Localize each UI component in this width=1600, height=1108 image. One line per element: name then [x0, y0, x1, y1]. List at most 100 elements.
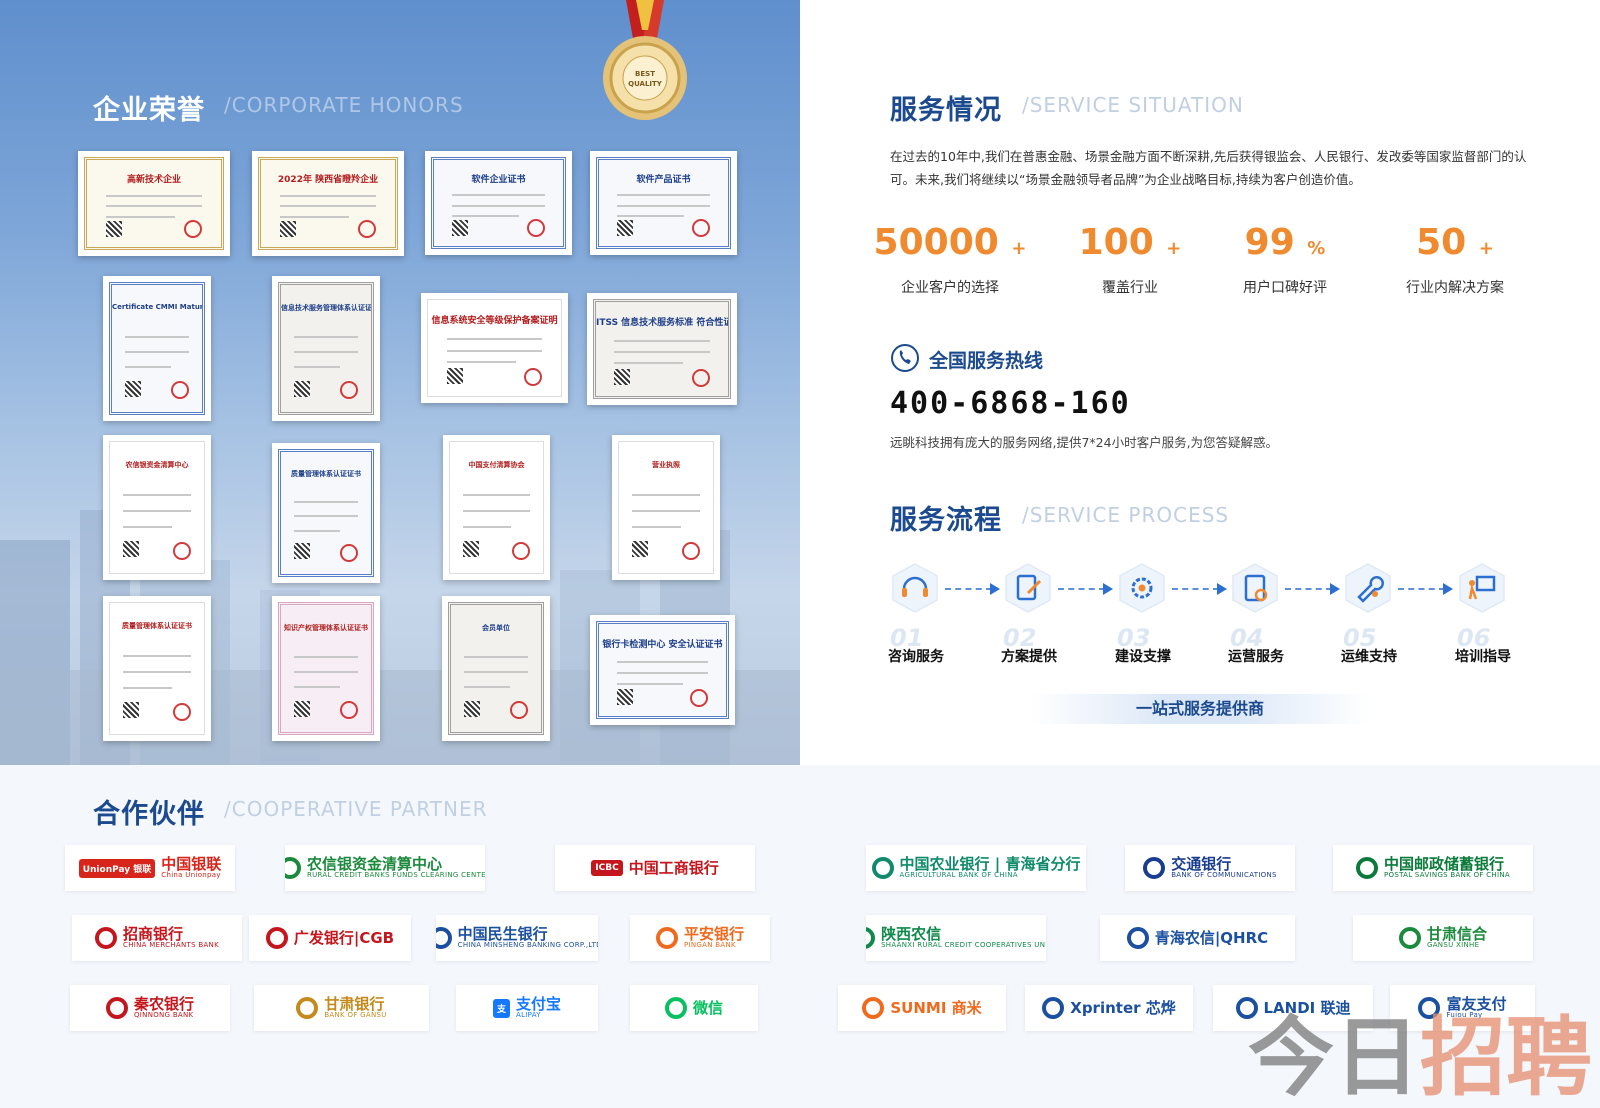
- hotline-number[interactable]: 400-6868-160: [890, 386, 1131, 421]
- partner-name: 中国邮政储蓄银行: [1384, 854, 1505, 873]
- partner-logo-1: UnionPay 银联 中国银联 China Unionpay: [65, 845, 235, 891]
- gear-icon: [1119, 563, 1165, 613]
- partner-emblem-icon: ICBC: [591, 860, 623, 876]
- partner-logo-4: 中国农业银行 | 青海省分行 AGRICULTURAL BANK OF CHINA: [866, 845, 1086, 891]
- certificate-title: 知识产权管理体系认证证书: [284, 623, 368, 632]
- one-stop-banner: 一站式服务提供商: [1030, 694, 1370, 724]
- partner-name: 支付宝: [516, 994, 562, 1013]
- partner-logo-17: 微信: [630, 985, 758, 1031]
- watermark-part-2: 招聘: [1420, 1008, 1592, 1108]
- certificate-6: 信息技术服务管理体系认证证书: [272, 276, 380, 421]
- certificate-8: ITSS 信息技术服务标准 符合性证书: [587, 293, 737, 405]
- partner-emblem-icon: [105, 997, 128, 1019]
- process-arrow-icon: [1398, 583, 1453, 595]
- partner-name: 交通银行: [1171, 854, 1232, 873]
- partner-logo-11: 陕西农信 SHAANXI RURAL CREDIT COOPERATIVES UN…: [866, 915, 1046, 961]
- stamp-seal-icon: [340, 381, 359, 400]
- stamp-seal-icon: [340, 543, 359, 562]
- stat-label: 行业内解决方案: [1406, 280, 1504, 296]
- stat-number: 99: [1244, 222, 1295, 263]
- process-arrow-icon: [1058, 583, 1113, 595]
- partner-name-en: RURAL CREDIT BANKS FUNDS CLEARING CENTER: [306, 871, 485, 880]
- stamp-seal-icon: [171, 381, 190, 400]
- process-arrow-icon: [1172, 583, 1227, 595]
- partner-logo-19: Xprinter 芯烨: [1025, 985, 1193, 1031]
- certificate-3: 软件企业证书: [425, 151, 572, 255]
- partner-name: 甘肃银行: [324, 994, 385, 1013]
- certificate-title: 高新技术企业: [126, 175, 181, 186]
- partner-name-en: SHAANXI RURAL CREDIT COOPERATIVES UNION: [881, 941, 1046, 950]
- certificate-5: Certificate CMMI Maturity Level 3: [103, 276, 211, 421]
- partner-name: 秦农银行: [133, 994, 194, 1013]
- partner-logo-8: 广发银行|CGB: [249, 915, 411, 961]
- headset-icon: [892, 563, 938, 613]
- svg-text:BEST: BEST: [635, 70, 655, 78]
- partner-emblem-icon: [285, 857, 301, 879]
- stamp-seal-icon: [690, 688, 709, 707]
- honors-title: 企业荣誉: [93, 95, 205, 126]
- clipboard-icon: [1232, 563, 1278, 613]
- certificate-title: 软件产品证书: [636, 175, 691, 186]
- step-label: 培训指导: [1455, 649, 1511, 665]
- partner-emblem-icon: [1356, 857, 1379, 879]
- certificate-11: 中国支付清算协会: [443, 435, 550, 580]
- partner-name: SUNMI 商米: [890, 998, 982, 1017]
- partner-emblem-icon: [1126, 927, 1149, 949]
- process-arrow-icon: [945, 583, 1000, 595]
- certificate-10: 质量管理体系认证证书: [272, 443, 380, 583]
- partner-logo-6: 中国邮政储蓄银行 POSTAL SAVINGS BANK OF CHINA: [1333, 845, 1533, 891]
- partner-logo-2: 农信银资金清算中心 RURAL CREDIT BANKS FUNDS CLEARI…: [285, 845, 485, 891]
- step-label: 运维支持: [1341, 649, 1397, 665]
- certificate-title: 质量管理体系认证证书: [291, 470, 361, 479]
- partner-logo-18: SUNMI 商米: [838, 985, 1006, 1031]
- certificate-16: 银行卡检测中心 安全认证证书: [590, 615, 735, 725]
- partner-emblem-icon: [664, 997, 687, 1019]
- qr-code-icon: [279, 220, 296, 237]
- qr-code-icon: [105, 220, 122, 237]
- stat-label: 覆盖行业: [1102, 280, 1158, 296]
- qr-code-icon: [617, 219, 634, 236]
- partner-logo-12: 青海农信|QHRC: [1100, 915, 1295, 961]
- process-title-en: /SERVICE PROCESS: [1022, 503, 1230, 527]
- certificate-title: 农信银资金清算中心: [125, 461, 189, 470]
- certificate-7: 信息系统安全等级保护备案证明: [421, 293, 568, 403]
- certificate-9: 农信银资金清算中心: [103, 435, 211, 580]
- service-description: 在过去的10年中,我们在普惠金融、场景金融方面不断深耕,先后获得银监会、人民银行…: [890, 149, 1527, 187]
- certificate-title: 中国支付清算协会: [468, 461, 525, 470]
- qr-code-icon: [452, 219, 469, 236]
- partner-name: 中国工商银行: [628, 858, 719, 877]
- stat-number: 50000: [873, 222, 999, 263]
- partner-emblem-icon: [1042, 997, 1065, 1019]
- partner-name: 中国银联: [161, 854, 222, 873]
- certificate-title: 银行卡检测中心 安全认证证书: [602, 639, 723, 650]
- partner-logo-10: 平安银行 PINGAN BANK: [630, 915, 770, 961]
- partner-name: 陕西农信: [881, 924, 942, 943]
- stamp-seal-icon: [526, 219, 545, 238]
- qr-code-icon: [123, 702, 140, 719]
- stat-number: 100: [1078, 222, 1154, 263]
- qr-code-icon: [123, 541, 140, 558]
- stat-value: 100 +: [1050, 222, 1210, 263]
- stat-label: 企业客户的选择: [901, 280, 999, 296]
- certificate-15: 会员单位: [442, 596, 550, 741]
- stat-number: 50: [1416, 222, 1467, 263]
- partner-title: 合作伙伴: [93, 799, 205, 830]
- certificate-title: Certificate CMMI Maturity Level 3: [112, 302, 202, 311]
- partner-name: 广发银行|CGB: [293, 928, 395, 947]
- stamp-seal-icon: [524, 368, 543, 387]
- partner-name-en: GANSU XINHE: [1426, 941, 1480, 950]
- presentation-icon: [1459, 563, 1505, 613]
- certificate-title: 2022年 陕西省瞪羚企业: [277, 175, 379, 186]
- process-title: 服务流程: [890, 505, 1002, 536]
- certificate-title: 信息系统安全等级保护备案证明: [431, 316, 558, 327]
- qr-code-icon: [632, 541, 649, 558]
- certificate-title: 信息技术服务管理体系认证证书: [281, 303, 371, 312]
- partner-name: 平安银行: [683, 924, 744, 943]
- stat-suffix: +: [1011, 238, 1027, 259]
- partner-emblem-icon: [655, 927, 678, 949]
- partner-logo-7: 招商银行 CHINA MERCHANTS BANK: [72, 915, 242, 961]
- partner-name-en: CHINA MINSHENG BANKING CORP.,LTD.: [457, 941, 598, 950]
- qr-code-icon: [293, 543, 310, 560]
- partner-logo-16: 支支付宝 ALIPAY: [456, 985, 598, 1031]
- certificate-13: 质量管理体系认证证书: [103, 596, 211, 741]
